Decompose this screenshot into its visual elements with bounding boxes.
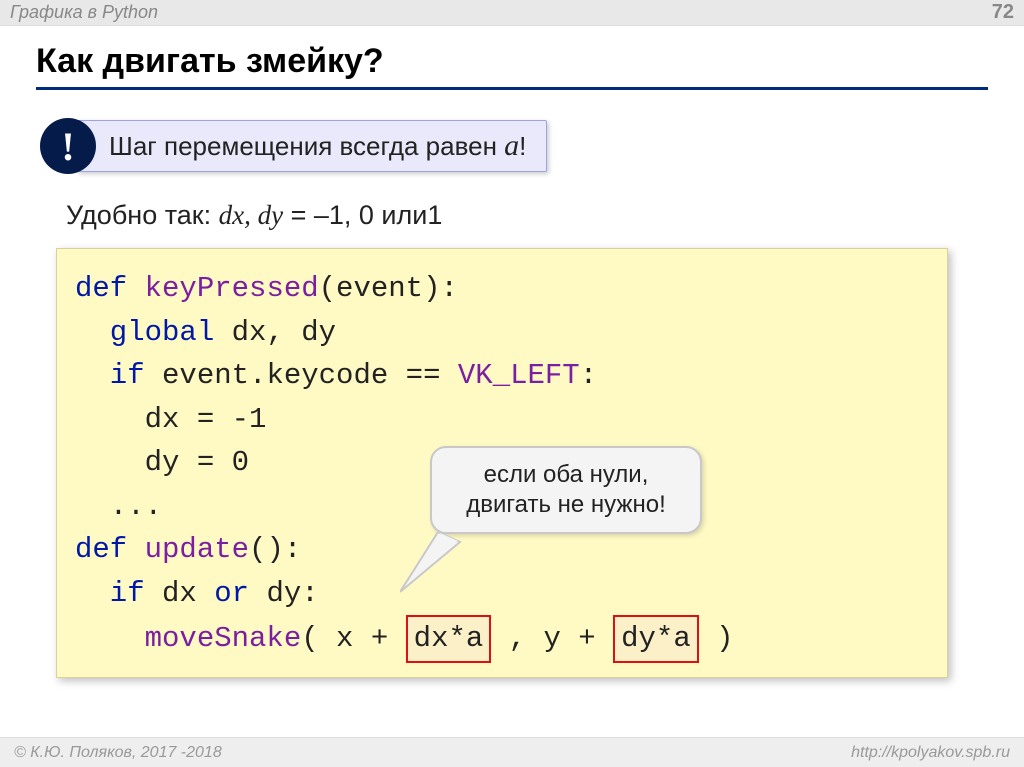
code-l7-rest: (): [249, 533, 301, 566]
kw-def: def [75, 272, 127, 305]
kw-global: global [75, 316, 214, 349]
sub-rest: = –1, 0 или1 [283, 200, 442, 230]
code-l9-b: , y + [491, 622, 613, 655]
const-vkleft: VK_LEFT [458, 359, 580, 392]
callout: ! Шаг перемещения всегда равен a! [40, 118, 547, 174]
sub-line: Удобно так: dx, dy = –1, 0 или1 [66, 200, 442, 231]
kw-def-2: def [75, 533, 127, 566]
kw-if-2: if [75, 577, 145, 610]
footer-url: http://kpolyakov.spb.ru [851, 744, 1010, 762]
code-l8-rest: dy: [249, 577, 319, 610]
slide-title: Как двигать змейку? [36, 42, 988, 90]
top-bar: Графика в Python 72 [0, 0, 1024, 26]
sub-prefix: Удобно так: [66, 200, 219, 230]
code-line-3: if event.keycode == VK_LEFT: [75, 354, 933, 398]
highlight-box-1: dx*a [406, 615, 492, 663]
footer: © К.Ю. Поляков, 2017 -2018 http://kpolya… [0, 737, 1024, 767]
fn-movesnake: moveSnake [75, 622, 301, 655]
highlight-box-2: dy*a [613, 615, 699, 663]
kw-or: or [214, 577, 249, 610]
code-line-9: moveSnake( x + dx*a , y + dy*a ) [75, 615, 933, 663]
code-line-4: dx = -1 [75, 398, 933, 442]
callout-var: a [504, 129, 519, 162]
code-l8-mid: dx [145, 577, 215, 610]
code-l9-c: ) [699, 622, 734, 655]
code-l9-a: ( x + [301, 622, 405, 655]
code-l3-colon: : [580, 359, 597, 392]
speech-bubble: если оба нули, двигать не нужно! [430, 446, 702, 534]
code-line-7: def update(): [75, 528, 933, 572]
slide: Графика в Python 72 Как двигать змейку? … [0, 0, 1024, 767]
fn-keypressed: keyPressed [127, 272, 318, 305]
callout-excl: ! [519, 131, 526, 161]
speech-line-1: если оба нули, [446, 460, 686, 490]
code-line-1: def keyPressed(event): [75, 267, 933, 311]
fn-update: update [127, 533, 249, 566]
callout-prefix: Шаг перемещения всегда равен [109, 131, 504, 161]
code-l3-mid: event.keycode == [145, 359, 458, 392]
code-l1-rest: (event): [319, 272, 458, 305]
code-l2-rest: dx, dy [214, 316, 336, 349]
top-bar-left: Графика в Python [10, 2, 158, 23]
slide-number: 72 [992, 1, 1014, 24]
code-line-2: global dx, dy [75, 311, 933, 355]
sub-vars: dx, dy [219, 200, 283, 230]
code-line-8: if dx or dy: [75, 572, 933, 616]
speech-line-2: двигать не нужно! [446, 490, 686, 520]
kw-if-1: if [75, 359, 145, 392]
footer-copyright: © К.Ю. Поляков, 2017 -2018 [14, 744, 222, 762]
callout-box: Шаг перемещения всегда равен a! [76, 120, 547, 172]
exclamation-icon: ! [40, 118, 96, 174]
